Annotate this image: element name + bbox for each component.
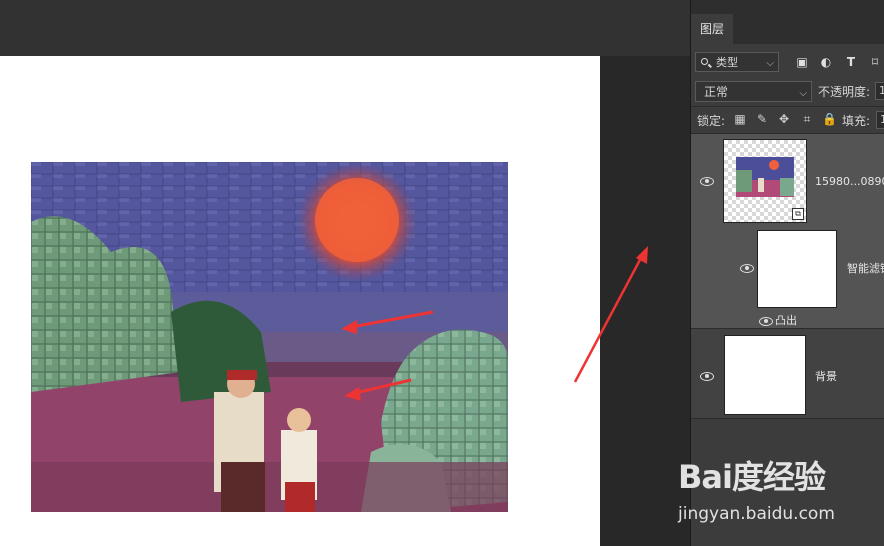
baidu-watermark: Bai度经验 jingyan.baidu.com — [678, 452, 884, 532]
opacity-label: 不透明度: — [818, 85, 871, 99]
divider — [691, 106, 884, 107]
lock-artboard-icon[interactable]: ⌗ — [800, 112, 814, 126]
eye-icon[interactable] — [700, 372, 714, 381]
smart-filters-row[interactable]: 智能滤镜 凸出 — [691, 226, 884, 328]
lock-all-icon[interactable]: 🔒 — [822, 112, 837, 126]
smart-filter-mask-thumbnail — [757, 230, 837, 308]
layer-name[interactable]: 背景 — [815, 368, 837, 384]
opacity-input[interactable]: 1 — [875, 82, 884, 100]
watermark-logo: Bai度经验 — [678, 458, 826, 496]
type-icon[interactable]: T — [844, 55, 858, 69]
blend-mode-select[interactable]: 正常 ⌵ — [695, 81, 812, 102]
image-icon[interactable]: ▣ — [795, 55, 809, 69]
layer-filter-value: 类型 — [716, 56, 738, 69]
layer-row-smart-object[interactable]: ⧉ 15980...0890 — [691, 134, 884, 226]
lock-transparent-icon[interactable]: ▦ — [733, 112, 747, 126]
annotation-arrow-to-panel — [573, 246, 648, 383]
layer-row-background[interactable]: 背景 — [691, 329, 884, 418]
fill-label: 填充: — [842, 114, 871, 128]
layer-thumbnail — [724, 335, 806, 415]
adjustment-icon[interactable]: ◐ — [819, 55, 833, 69]
smart-object-icon: ⧉ — [792, 208, 804, 220]
chevron-down-icon: ⌵ — [799, 88, 807, 99]
layer-name[interactable]: 15980...0890 — [815, 175, 884, 188]
lock-paint-icon[interactable]: ✎ — [755, 112, 769, 126]
layer-filter-select[interactable]: 类型 ⌵ — [695, 52, 779, 72]
panel-tab-bar: 图层 — [691, 0, 884, 44]
blend-mode-value: 正常 — [704, 85, 729, 99]
lock-move-icon[interactable]: ✥ — [777, 112, 791, 126]
artwork-picture — [31, 162, 508, 512]
options-bar — [0, 0, 690, 56]
eye-icon[interactable] — [700, 177, 714, 186]
chevron-down-icon: ⌵ — [766, 58, 774, 69]
filter-name-extrude[interactable]: 凸出 — [775, 312, 797, 328]
watermark-url: jingyan.baidu.com — [678, 504, 835, 524]
lock-label: 锁定: — [697, 114, 726, 128]
fill-input[interactable]: 1 — [876, 111, 884, 129]
eye-icon[interactable] — [740, 264, 754, 273]
smart-filters-label: 智能滤镜 — [847, 262, 884, 275]
divider — [691, 418, 884, 419]
eye-icon[interactable] — [759, 317, 773, 326]
shape-icon[interactable]: ⌑ — [868, 55, 882, 69]
tab-layers[interactable]: 图层 — [691, 14, 733, 44]
extruded-artwork-image — [31, 162, 508, 512]
search-icon — [701, 58, 708, 65]
